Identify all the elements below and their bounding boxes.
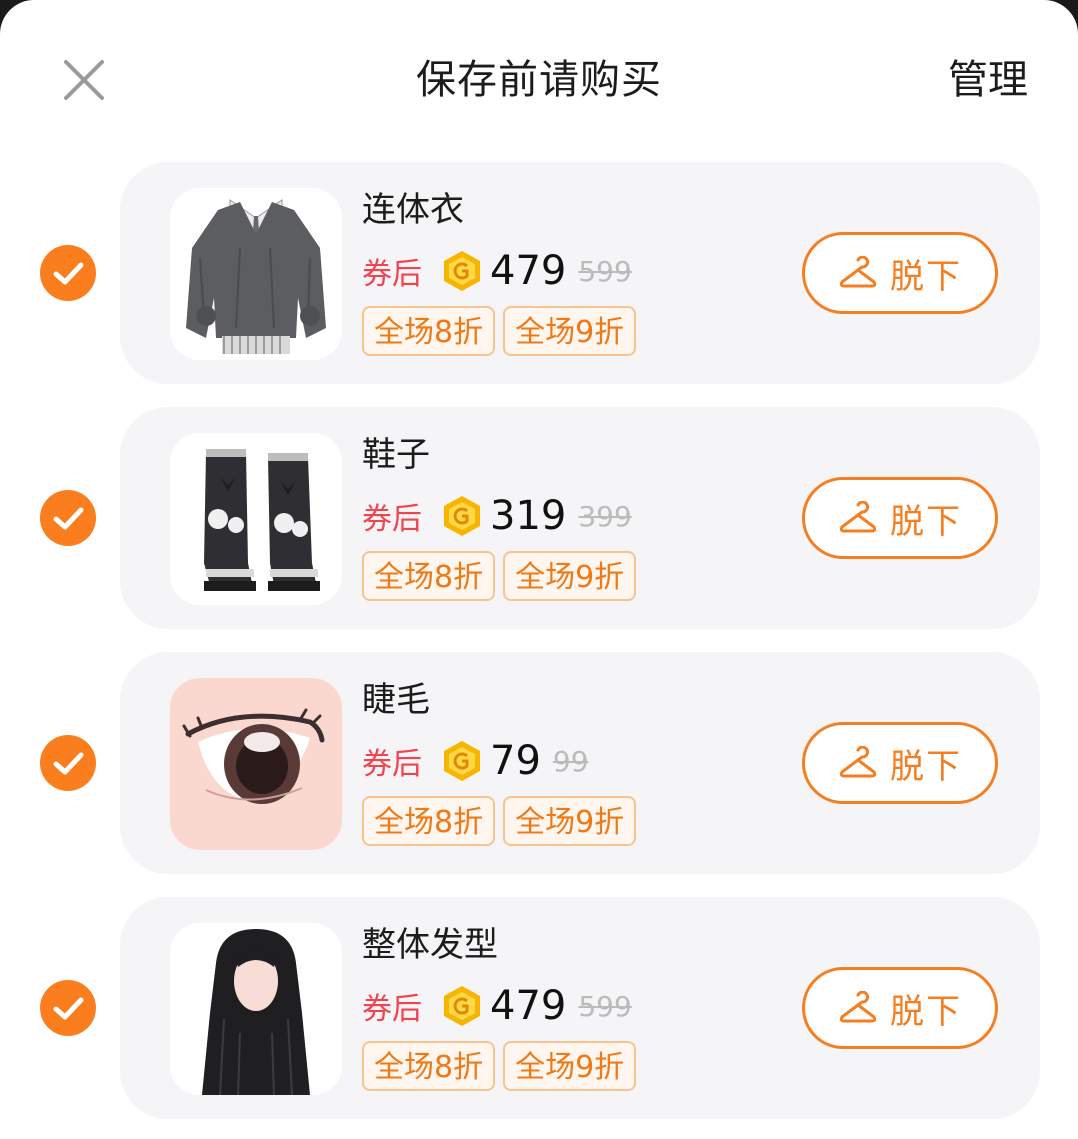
hanger-icon (839, 991, 877, 1023)
list-item: 整体发型 券后 479 599 全场8折 全场9折 脱下 (0, 897, 1078, 1119)
sweater-outfit-image (170, 188, 342, 360)
discount-tag: 全场9折 (503, 796, 637, 846)
discount-tags: 全场8折 全场9折 (362, 796, 637, 846)
item-card[interactable]: 整体发型 券后 479 599 全场8折 全场9折 脱下 (120, 897, 1040, 1119)
coin-icon (444, 496, 480, 536)
checkmark-icon (53, 262, 84, 285)
price-value: 79 (490, 738, 541, 784)
list-item: 连体衣 券后 479 599 全场8折 全场9折 脱下 (0, 162, 1078, 384)
item-card[interactable]: 鞋子 券后 319 399 全场8折 全场9折 脱下 (120, 407, 1040, 629)
take-off-label: 脱下 (890, 991, 962, 1032)
coupon-label: 券后 (362, 747, 422, 782)
list-item: 鞋子 券后 319 399 全场8折 全场9折 脱下 (0, 407, 1078, 629)
item-checkbox[interactable] (40, 490, 96, 546)
take-off-label: 脱下 (890, 501, 962, 542)
boots-image (170, 433, 342, 605)
take-off-button[interactable]: 脱下 (802, 967, 998, 1049)
discount-tag: 全场9折 (503, 551, 637, 601)
coupon-label: 券后 (362, 992, 422, 1027)
price-value: 319 (490, 493, 567, 539)
checkmark-icon (53, 752, 84, 775)
checkmark-icon (53, 507, 84, 530)
page-title: 保存前请购买 (416, 57, 662, 103)
item-checkbox[interactable] (40, 980, 96, 1036)
price-row: 券后 479 599 (362, 981, 632, 1031)
discount-tag: 全场8折 (362, 796, 496, 846)
coin-icon (444, 986, 480, 1026)
discount-tag: 全场8折 (362, 551, 496, 601)
discount-tags: 全场8折 全场9折 (362, 306, 637, 356)
price-value: 479 (490, 248, 567, 294)
discount-tag: 全场8折 (362, 306, 496, 356)
take-off-label: 脱下 (890, 256, 962, 297)
original-price: 599 (578, 254, 632, 288)
price-row: 券后 79 99 (362, 736, 589, 786)
original-price: 599 (578, 989, 632, 1023)
discount-tags: 全场8折 全场9折 (362, 551, 637, 601)
hairstyle-image (170, 923, 342, 1095)
price-row: 券后 319 399 (362, 491, 632, 541)
discount-tag: 全场9折 (503, 306, 637, 356)
item-name: 鞋子 (362, 435, 430, 475)
take-off-button[interactable]: 脱下 (802, 477, 998, 559)
purchase-sheet: 保存前请购买 管理 连体衣 券后 479 599 全场8折 全场9折 脱下 鞋子… (0, 0, 1078, 1139)
discount-tags: 全场8折 全场9折 (362, 1041, 637, 1091)
take-off-button[interactable]: 脱下 (802, 232, 998, 314)
sheet-header: 保存前请购买 管理 (0, 0, 1078, 160)
original-price: 99 (552, 744, 589, 778)
coupon-label: 券后 (362, 502, 422, 537)
checkmark-icon (53, 997, 84, 1020)
original-price: 399 (578, 499, 632, 533)
price-value: 479 (490, 983, 567, 1029)
item-card[interactable]: 睫毛 券后 79 99 全场8折 全场9折 脱下 (120, 652, 1040, 874)
take-off-label: 脱下 (890, 746, 962, 787)
coin-icon (444, 741, 480, 781)
hanger-icon (839, 746, 877, 778)
discount-tag: 全场9折 (503, 1041, 637, 1091)
item-checkbox[interactable] (40, 735, 96, 791)
eye-lashes-image (170, 678, 342, 850)
price-row: 券后 479 599 (362, 246, 632, 296)
take-off-button[interactable]: 脱下 (802, 722, 998, 804)
item-name: 连体衣 (362, 190, 464, 230)
list-item: 睫毛 券后 79 99 全场8折 全场9折 脱下 (0, 652, 1078, 874)
item-name: 整体发型 (362, 925, 498, 965)
coupon-label: 券后 (362, 257, 422, 292)
item-card[interactable]: 连体衣 券后 479 599 全场8折 全场9折 脱下 (120, 162, 1040, 384)
coin-icon (444, 251, 480, 291)
item-checkbox[interactable] (40, 245, 96, 301)
manage-button[interactable]: 管理 (948, 52, 1028, 108)
hanger-icon (839, 501, 877, 533)
hanger-icon (839, 256, 877, 288)
item-name: 睫毛 (362, 680, 430, 720)
discount-tag: 全场8折 (362, 1041, 496, 1091)
